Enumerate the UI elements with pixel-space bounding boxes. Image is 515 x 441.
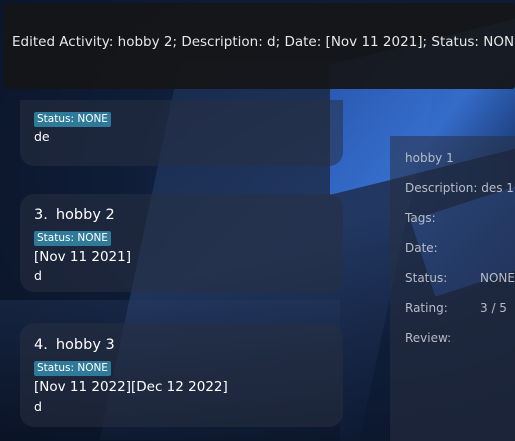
activity-title: 3. hobby 2 [34,207,115,223]
detail-date-label: Date: [405,241,438,255]
detail-tags-label: Tags: [405,211,436,225]
status-badge: Status: NONE [34,361,111,376]
activity-dates: [Nov 11 2022][Dec 12 2022] [34,379,228,395]
result-display[interactable]: Edited Activity: hobby 2; Description: d… [4,3,515,89]
activity-card[interactable]: Status: NONE de [20,100,343,166]
detail-rating-label: Rating: [405,301,448,315]
activity-name: hobby 2 [55,207,115,223]
result-message: Edited Activity: hobby 2; Description: d… [12,34,515,50]
activity-dates: [Nov 11 2021] [34,249,131,265]
detail-rating-value: 3 / 5 [480,301,507,315]
detail-status-value: NONE [480,271,515,285]
detail-review-label: Review: [405,331,452,345]
activity-card[interactable]: 4. hobby 3 Status: NONE [Nov 11 2022][Dec… [20,323,343,427]
activity-description: d [34,399,42,414]
activity-description: de [34,129,50,144]
detail-description: Description: des 1 [405,181,514,195]
activity-index: 3. [34,207,48,223]
status-badge: Status: NONE [34,112,111,127]
status-badge: Status: NONE [34,231,111,246]
activity-title: 4. hobby 3 [34,337,115,353]
activity-index: 4. [34,337,48,353]
activity-card[interactable]: 3. hobby 2 Status: NONE [Nov 11 2021] d [20,194,343,292]
detail-status-label: Status: [405,271,448,285]
activity-name: hobby 3 [55,337,115,353]
activity-description: d [34,268,42,283]
detail-title: hobby 1 [405,151,454,165]
activity-detail-panel: hobby 1 Description: des 1 Tags: Date: S… [390,136,515,441]
